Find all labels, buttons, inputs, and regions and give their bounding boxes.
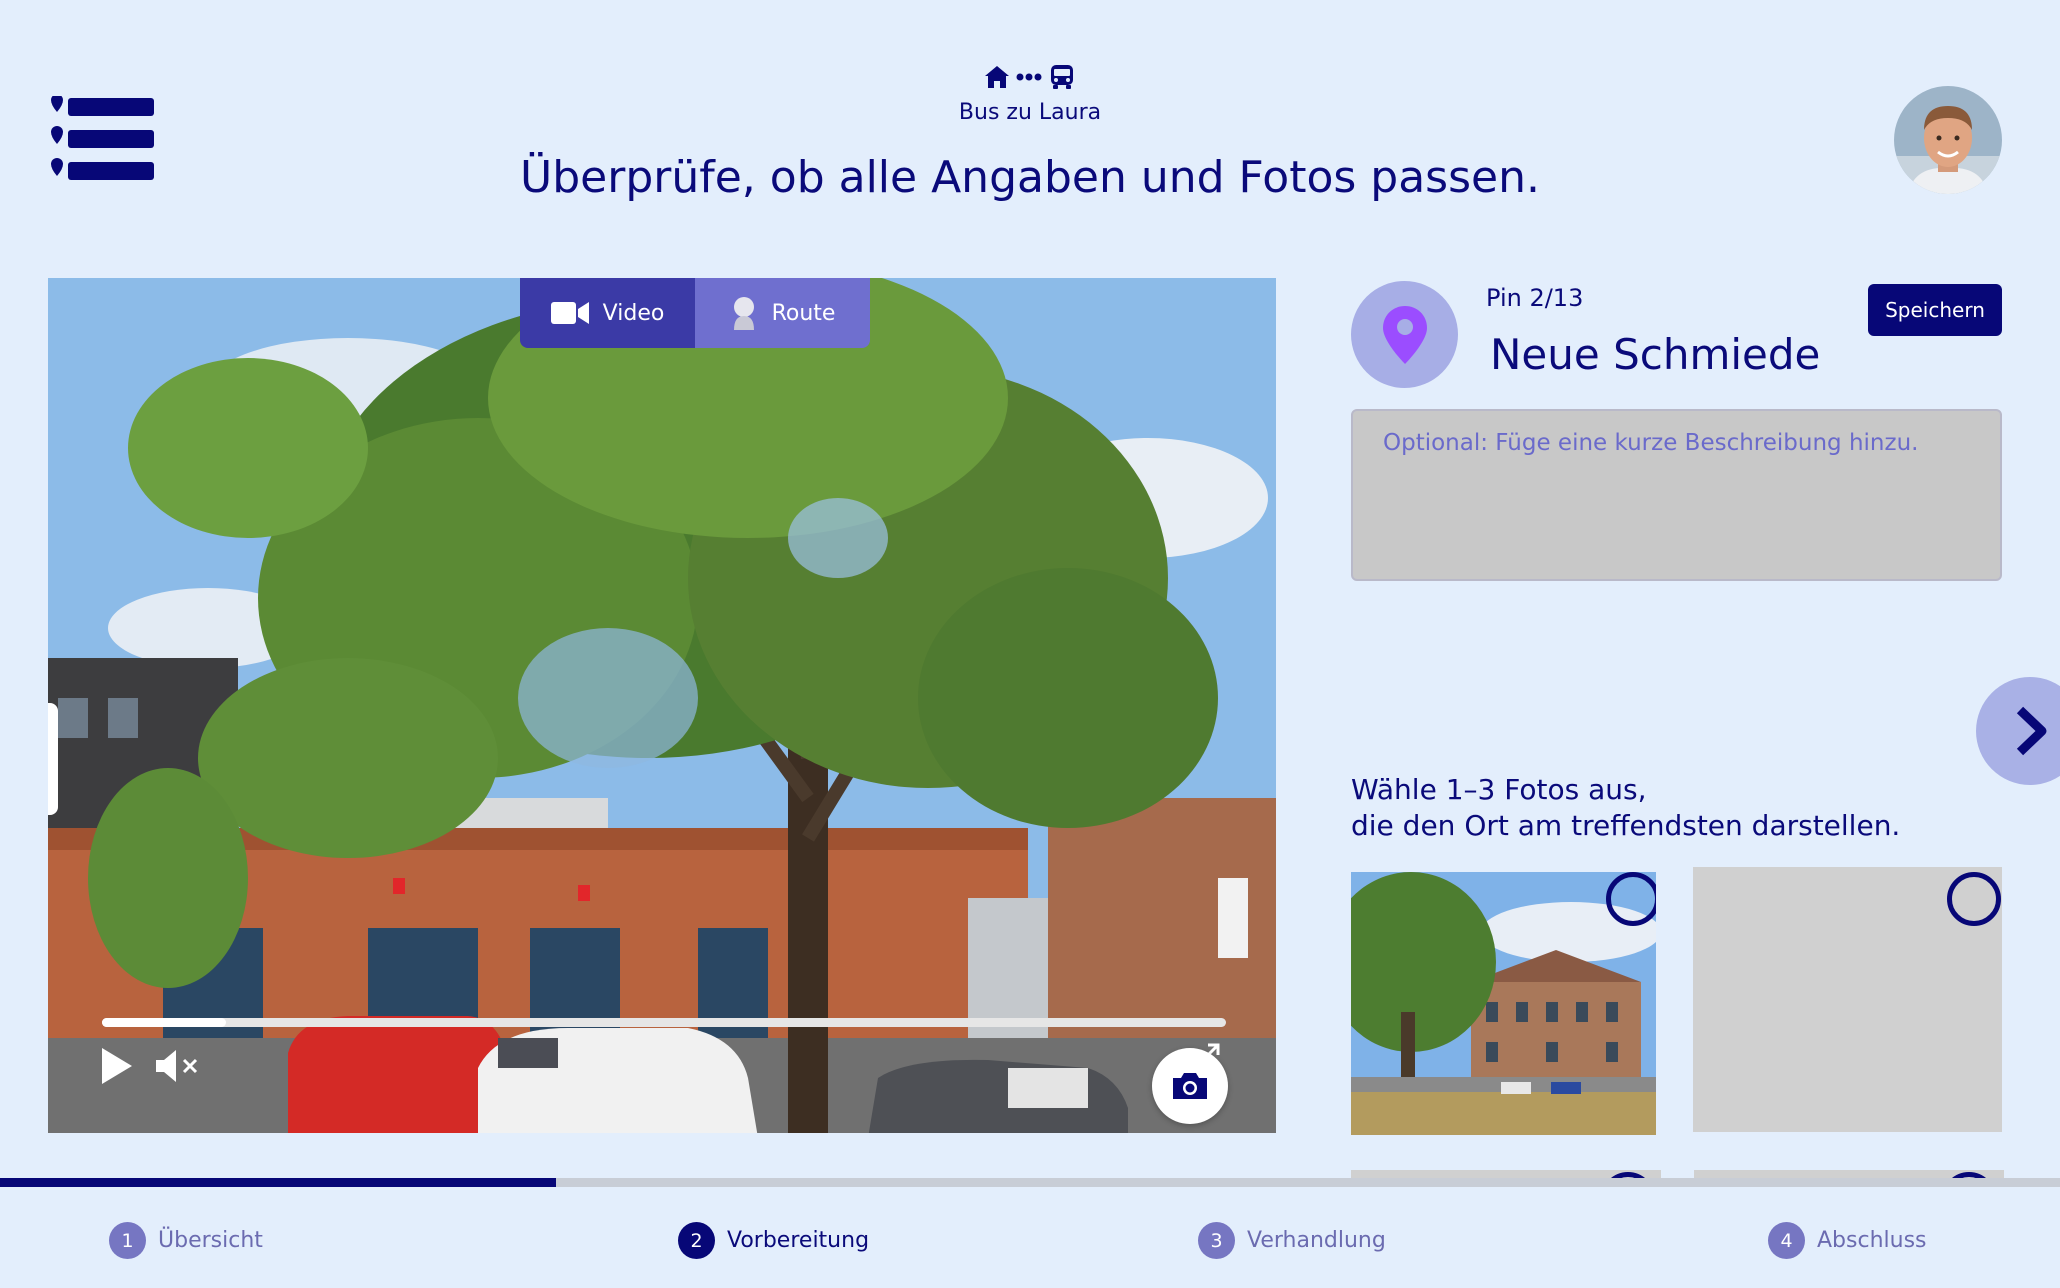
location-pin-icon bbox=[1382, 305, 1427, 364]
camera-icon bbox=[1173, 1073, 1207, 1099]
pin-name[interactable]: Neue Schmiede bbox=[1490, 330, 1820, 379]
photo-prompt-line1: Wähle 1–3 Fotos aus, bbox=[1351, 773, 1647, 806]
next-button[interactable] bbox=[1976, 677, 2060, 785]
step-label: Vorbereitung bbox=[727, 1228, 870, 1253]
mute-icon[interactable] bbox=[154, 1048, 204, 1084]
camera-button[interactable] bbox=[1152, 1048, 1228, 1124]
save-button[interactable]: Speichern bbox=[1868, 284, 2002, 336]
person-icon bbox=[733, 297, 754, 330]
photo-select-toggle[interactable] bbox=[1606, 872, 1656, 926]
panel-handle[interactable] bbox=[48, 703, 58, 815]
route-name: Bus zu Laura bbox=[958, 100, 1102, 125]
video-progress-fill bbox=[102, 1018, 226, 1027]
photo-tile[interactable] bbox=[1693, 867, 2002, 1132]
tab-video[interactable]: Video bbox=[520, 278, 695, 348]
home-icon bbox=[985, 66, 1009, 88]
step-number: 1 bbox=[109, 1222, 146, 1259]
media-viewer[interactable]: Video Route bbox=[48, 278, 1276, 1133]
dots-icon bbox=[1016, 73, 1042, 81]
description-field[interactable] bbox=[1351, 409, 2002, 581]
step-label: Abschluss bbox=[1817, 1228, 1927, 1253]
step-number: 3 bbox=[1198, 1222, 1235, 1259]
step-uebersicht[interactable]: 1 Übersicht bbox=[109, 1222, 263, 1259]
pin-counter: Pin 2/13 bbox=[1486, 284, 1584, 312]
step-abschluss[interactable]: 4 Abschluss bbox=[1768, 1222, 1927, 1259]
step-number: 4 bbox=[1768, 1222, 1805, 1259]
play-icon[interactable] bbox=[100, 1046, 134, 1086]
photo-select-toggle[interactable] bbox=[1947, 872, 2001, 926]
tab-video-label: Video bbox=[602, 300, 665, 326]
step-navigation bbox=[0, 1187, 2060, 1288]
menu-icon[interactable] bbox=[46, 94, 158, 180]
location-video-frame bbox=[48, 278, 1276, 1133]
bus-icon bbox=[1051, 65, 1073, 89]
page-title: Überprüfe, ob alle Angaben und Fotos pas… bbox=[520, 152, 1540, 203]
step-progress-bar bbox=[0, 1178, 2060, 1187]
video-camera-icon bbox=[550, 302, 589, 324]
step-number: 2 bbox=[678, 1222, 715, 1259]
photo-tile[interactable] bbox=[1351, 872, 1656, 1135]
step-label: Übersicht bbox=[158, 1228, 263, 1253]
photo-prompt-line2: die den Ort am treffendsten darstellen. bbox=[1351, 809, 1901, 842]
video-progress-bar[interactable] bbox=[102, 1018, 1226, 1027]
step-vorbereitung[interactable]: 2 Vorbereitung bbox=[678, 1222, 869, 1259]
step-progress-fill bbox=[0, 1178, 557, 1187]
tab-route[interactable]: Route bbox=[695, 278, 870, 348]
tab-route-label: Route bbox=[771, 300, 836, 326]
step-label: Verhandlung bbox=[1247, 1228, 1386, 1253]
media-mode-toggle[interactable]: Video Route bbox=[520, 278, 870, 348]
pin-badge bbox=[1351, 281, 1458, 388]
chevron-right-icon bbox=[2016, 706, 2047, 756]
photo-prompt: Wähle 1–3 Fotos aus, die den Ort am tref… bbox=[1351, 772, 1900, 844]
avatar[interactable] bbox=[1894, 86, 2002, 194]
step-verhandlung[interactable]: 3 Verhandlung bbox=[1198, 1222, 1386, 1259]
route-icons bbox=[980, 62, 1080, 92]
